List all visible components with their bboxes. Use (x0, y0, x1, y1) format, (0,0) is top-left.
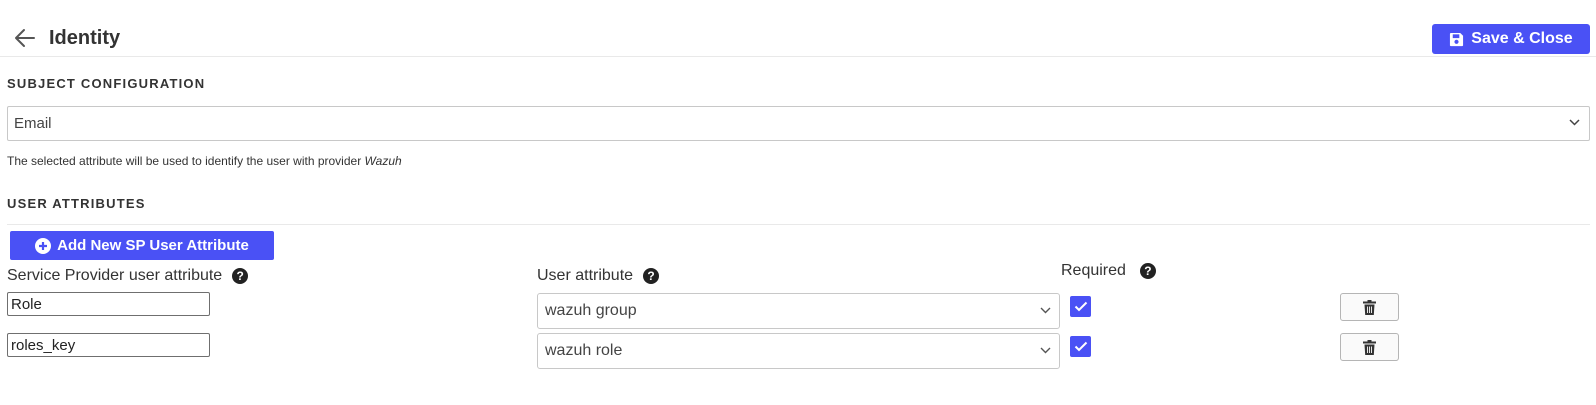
user-attributes-title: USER ATTRIBUTES (7, 196, 146, 211)
delete-attribute-button[interactable] (1340, 293, 1399, 321)
subject-attribute-select[interactable]: Email (7, 106, 1590, 141)
help-icon[interactable]: ? (1139, 263, 1156, 279)
trash-icon (1363, 339, 1376, 355)
plus-circle-icon (35, 237, 52, 254)
chevron-down-icon (1040, 347, 1051, 354)
help-icon[interactable]: ? (643, 268, 660, 284)
required-column-header: Required ? (1061, 262, 1156, 280)
sp-attribute-input[interactable] (7, 292, 210, 316)
user-attribute-column-header: User attribute ? (537, 267, 660, 285)
sp-attribute-column-header: Service Provider user attribute ? (7, 267, 249, 285)
checkmark-icon (1074, 301, 1087, 312)
user-attribute-select[interactable]: wazuh role (537, 333, 1060, 369)
checkmark-icon (1074, 341, 1087, 352)
trash-icon (1363, 299, 1376, 315)
add-sp-user-attribute-button[interactable]: Add New SP User Attribute (10, 231, 274, 260)
required-checkbox[interactable] (1070, 296, 1091, 317)
subject-hint-text: The selected attribute will be used to i… (7, 154, 365, 168)
required-checkbox[interactable] (1070, 336, 1091, 357)
user-attribute-column-label: User attribute (537, 267, 634, 284)
sp-attribute-column-label: Service Provider user attribute (7, 267, 223, 284)
save-close-label: Save & Close (1471, 30, 1573, 47)
chevron-down-icon (1040, 307, 1051, 314)
user-attribute-value: wazuh group (545, 302, 637, 319)
back-button[interactable] (14, 28, 40, 50)
user-attribute-select[interactable]: wazuh group (537, 293, 1060, 329)
help-icon[interactable]: ? (232, 268, 249, 284)
page-header: Identity Save & Close (0, 0, 1596, 57)
required-column-label: Required (1061, 262, 1126, 279)
subject-configuration-title: SUBJECT CONFIGURATION (7, 76, 206, 91)
chevron-down-icon (1569, 119, 1580, 126)
delete-attribute-button[interactable] (1340, 333, 1399, 361)
subject-attribute-value: Email (14, 115, 52, 132)
add-sp-user-attribute-label: Add New SP User Attribute (57, 237, 249, 254)
page-title: Identity (49, 27, 121, 49)
sp-attribute-input[interactable] (7, 333, 210, 357)
section-divider (7, 224, 1590, 225)
save-close-button[interactable]: Save & Close (1432, 24, 1590, 54)
user-attribute-value: wazuh role (545, 342, 623, 359)
provider-name: Wazuh (364, 154, 402, 168)
floppy-disk-icon (1450, 32, 1464, 46)
arrow-left-icon (15, 29, 35, 47)
subject-hint: The selected attribute will be used to i… (7, 154, 402, 168)
